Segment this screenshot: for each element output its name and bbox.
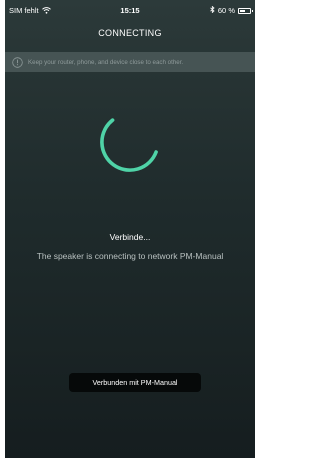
toast-message: Verbunden mit PM-Manual bbox=[69, 373, 201, 392]
battery-percent: 60 % bbox=[217, 6, 235, 15]
battery-fill bbox=[240, 9, 246, 12]
app-screen: SIM fehlt 15:15 60 % CONNECTING Keep you… bbox=[5, 0, 255, 458]
connection-status-heading: Verbinde... bbox=[109, 232, 151, 242]
status-right: 60 % bbox=[210, 5, 253, 15]
connection-status-description: The speaker is connecting to network PM-… bbox=[36, 251, 224, 261]
banner-text: Keep your router, phone, and device clos… bbox=[28, 58, 184, 66]
battery-icon bbox=[238, 7, 253, 14]
bluetooth-icon bbox=[210, 5, 215, 15]
loading-spinner-icon bbox=[97, 109, 163, 175]
page-title: CONNECTING bbox=[98, 28, 162, 38]
status-bar: SIM fehlt 15:15 60 % bbox=[5, 0, 255, 20]
info-banner: Keep your router, phone, and device clos… bbox=[5, 52, 255, 72]
info-icon bbox=[12, 56, 23, 68]
